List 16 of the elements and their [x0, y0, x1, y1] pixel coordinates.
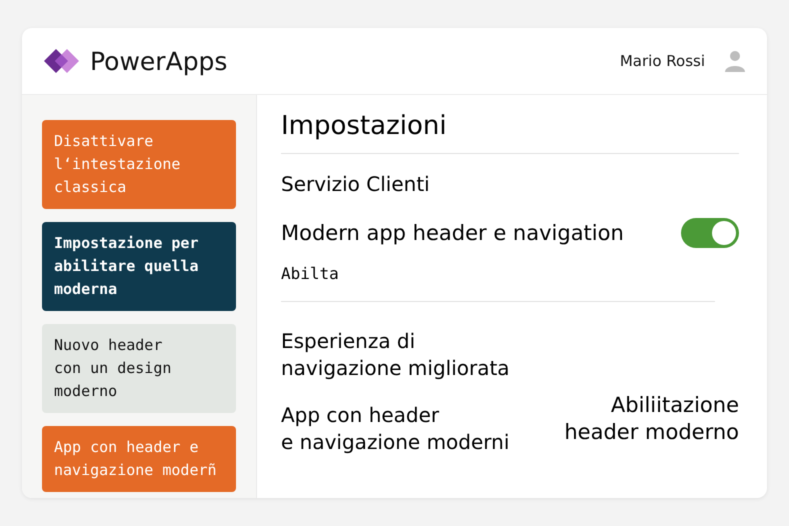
setting-label: Modern app header e navigation — [281, 221, 624, 245]
description-text: Esperienza di navigazione migliorata — [281, 328, 511, 382]
footer-text: App con header e navigazione moderni — [281, 402, 510, 456]
toggle-switch[interactable] — [681, 218, 739, 248]
user-avatar-icon[interactable] — [723, 49, 747, 73]
note-card: Impostazione per abilitare quella moderna — [42, 222, 236, 311]
app-name: PowerApps — [90, 46, 228, 76]
page-title: Impostazioni — [281, 111, 739, 154]
note-card: Nuovo header con un design moderno — [42, 324, 236, 413]
section-title: Servizio Clienti — [281, 172, 431, 196]
user-name: Mario Rossi — [620, 52, 705, 70]
footer-text: Abiliitazione header moderno — [564, 392, 739, 446]
logo-icon — [42, 46, 82, 76]
setting-caption: Abilta — [281, 264, 715, 302]
note-card: App con header e navigazione moderñ — [42, 426, 236, 492]
note-card: Disattivare l‘intestazione classica — [42, 120, 236, 209]
